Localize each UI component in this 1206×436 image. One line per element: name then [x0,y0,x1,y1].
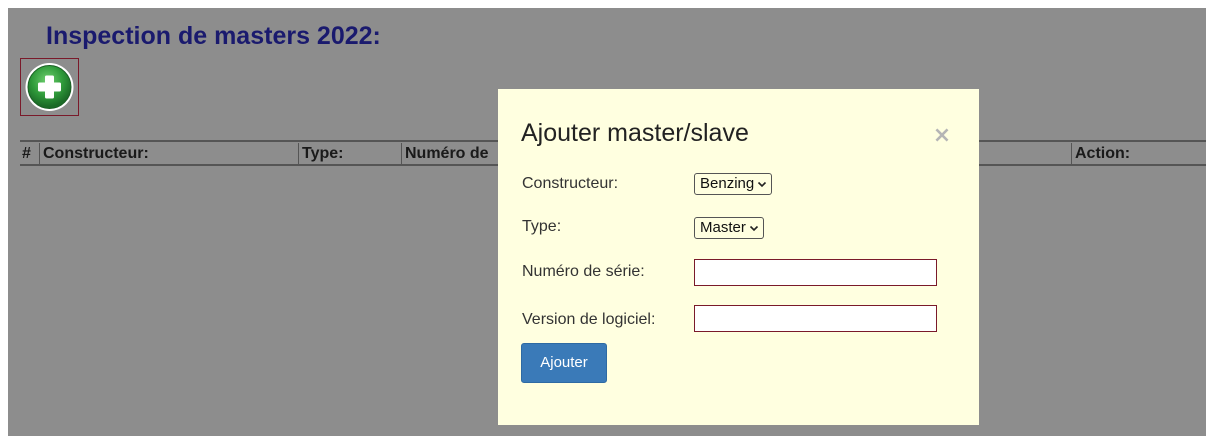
serial-number-input[interactable] [694,259,937,286]
column-header-type: Type: [298,143,343,165]
logiciel-label: Version de logiciel: [522,311,656,328]
plus-circle-icon [25,63,74,111]
page-title: Inspection de masters 2022: [46,22,381,50]
column-header-action: Action: [1071,143,1130,165]
type-label: Type: [522,218,562,235]
constructeur-select-value: Benzing [700,175,755,192]
type-select[interactable]: Master [694,217,764,239]
chevron-down-icon [758,181,767,188]
add-master-button[interactable] [20,58,79,116]
constructeur-select[interactable]: Benzing [694,173,773,195]
modal-title: Ajouter master/slave [521,119,749,147]
chevron-down-icon [749,225,758,232]
add-master-modal: Ajouter master/slave × Constructeur: Ben… [498,89,979,425]
ajouter-button[interactable]: Ajouter [521,343,607,383]
column-header-constructeur: Constructeur: [39,143,149,165]
column-header-numero: Numéro de [401,143,489,165]
serie-label: Numéro de série: [522,263,645,280]
software-version-input[interactable] [694,305,937,332]
column-header-number: # [22,145,31,162]
close-icon[interactable]: × [932,125,952,147]
type-select-value: Master [700,219,746,236]
constructeur-label: Constructeur: [522,175,619,192]
